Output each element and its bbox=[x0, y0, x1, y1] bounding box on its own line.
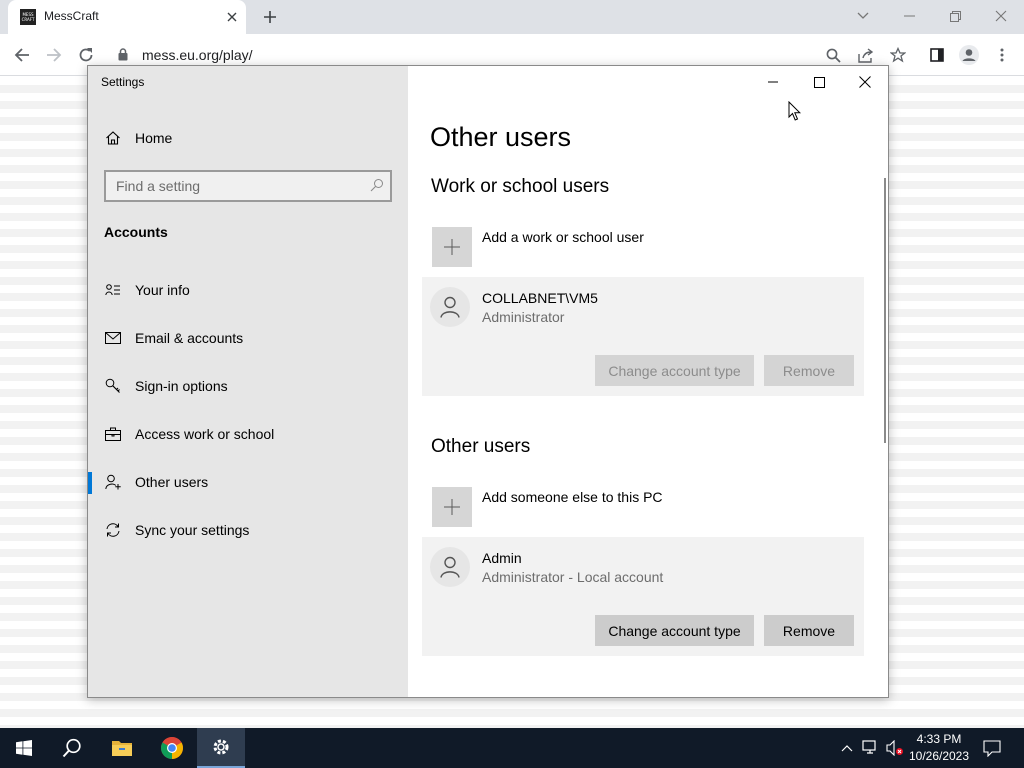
tab-search-icon[interactable] bbox=[840, 0, 886, 32]
volume-muted-icon[interactable] bbox=[885, 738, 905, 758]
nav-your-info[interactable]: Your info bbox=[88, 270, 408, 310]
plus-icon bbox=[432, 227, 472, 267]
change-account-type-button[interactable]: Change account type bbox=[595, 355, 754, 386]
nav-label: Your info bbox=[135, 282, 190, 298]
taskbar-clock[interactable]: 4:33 PM 10/26/2023 bbox=[903, 731, 975, 765]
chrome-icon[interactable] bbox=[148, 728, 196, 768]
add-other-user-button[interactable]: Add someone else to this PC bbox=[432, 487, 862, 527]
nav-label: Sign-in options bbox=[135, 378, 228, 394]
mouse-cursor-icon bbox=[788, 100, 802, 127]
tab-close-icon[interactable] bbox=[222, 7, 242, 27]
other-users-heading: Other users bbox=[431, 436, 531, 457]
remove-button[interactable]: Remove bbox=[764, 615, 854, 646]
section-heading: Accounts bbox=[104, 224, 168, 240]
tab-title: MessCraft bbox=[44, 9, 99, 23]
work-users-heading: Work or school users bbox=[431, 176, 610, 197]
other-user-card[interactable]: Admin Administrator - Local account Chan… bbox=[422, 537, 864, 656]
browser-close-icon[interactable] bbox=[978, 0, 1024, 32]
settings-content: Other users Work or school users Add a w… bbox=[408, 66, 888, 697]
menu-icon[interactable] bbox=[991, 44, 1013, 66]
change-account-type-button[interactable]: Change account type bbox=[595, 615, 754, 646]
selected-indicator bbox=[88, 472, 92, 494]
nav-other-users[interactable]: Other users bbox=[88, 462, 408, 502]
nav-sync-settings[interactable]: Sync your settings bbox=[88, 510, 408, 550]
nav-home[interactable]: Home bbox=[88, 118, 408, 158]
nav-label: Access work or school bbox=[135, 426, 275, 442]
nav-email-accounts[interactable]: Email & accounts bbox=[88, 318, 408, 358]
chevron-up-icon[interactable] bbox=[837, 738, 857, 758]
clock-time: 4:33 PM bbox=[916, 732, 962, 746]
mail-icon bbox=[104, 329, 122, 347]
start-windows-icon[interactable] bbox=[0, 728, 48, 768]
close-icon[interactable] bbox=[842, 66, 888, 98]
add-other-user-label: Add someone else to this PC bbox=[482, 489, 663, 505]
page-title: Other users bbox=[430, 122, 572, 152]
minimize-icon[interactable] bbox=[750, 66, 796, 98]
add-work-user-button[interactable]: Add a work or school user bbox=[432, 227, 862, 267]
briefcase-icon bbox=[104, 425, 122, 443]
lock-icon[interactable] bbox=[118, 48, 128, 66]
sidepanel-icon[interactable] bbox=[926, 44, 948, 66]
clock-date: 10/26/2023 bbox=[908, 749, 970, 763]
scrollbar[interactable] bbox=[884, 178, 886, 443]
plus-icon bbox=[432, 487, 472, 527]
favicon-icon: MESS CRAFT bbox=[20, 9, 36, 25]
back-icon[interactable] bbox=[8, 41, 36, 69]
taskbar: 4:33 PM 10/26/2023 bbox=[0, 728, 1024, 768]
nav-sign-in-options[interactable]: Sign-in options bbox=[88, 366, 408, 406]
nav-label: Other users bbox=[135, 474, 209, 490]
window-title: Settings bbox=[101, 75, 145, 89]
add-work-user-label: Add a work or school user bbox=[482, 229, 644, 245]
network-icon[interactable] bbox=[861, 738, 881, 758]
search-icon[interactable] bbox=[370, 178, 384, 197]
share-icon[interactable] bbox=[855, 44, 877, 66]
person-card-icon bbox=[104, 281, 122, 299]
remove-button[interactable]: Remove bbox=[764, 355, 854, 386]
user-role: Administrator bbox=[482, 309, 565, 325]
user-name: Admin bbox=[482, 550, 522, 566]
settings-gear-icon[interactable] bbox=[197, 728, 245, 768]
notification-icon[interactable] bbox=[982, 738, 1002, 758]
user-avatar-icon bbox=[430, 547, 470, 587]
browser-tab[interactable]: MESS CRAFT MessCraft bbox=[8, 0, 246, 34]
user-role: Administrator - Local account bbox=[482, 569, 664, 585]
user-avatar-icon bbox=[430, 287, 470, 327]
user-name: COLLABNET\VM5 bbox=[482, 290, 598, 306]
browser-minimize-icon[interactable] bbox=[886, 0, 932, 32]
nav-access-work-school[interactable]: Access work or school bbox=[88, 414, 408, 454]
search-icon[interactable] bbox=[48, 728, 96, 768]
search-input[interactable]: Find a setting bbox=[104, 170, 392, 202]
profile-icon[interactable] bbox=[958, 44, 980, 66]
forward-icon[interactable] bbox=[40, 41, 68, 69]
search-placeholder: Find a setting bbox=[116, 178, 201, 194]
browser-restore-icon[interactable] bbox=[932, 0, 978, 32]
home-label: Home bbox=[135, 130, 173, 146]
search-icon[interactable] bbox=[822, 44, 844, 66]
key-icon bbox=[104, 377, 122, 395]
add-person-icon bbox=[104, 473, 122, 491]
home-icon bbox=[104, 129, 122, 147]
new-tab-icon[interactable] bbox=[258, 6, 282, 28]
file-explorer-icon[interactable] bbox=[98, 728, 146, 768]
settings-window: Settings Home Find a setting Accounts Yo… bbox=[87, 65, 889, 698]
maximize-icon[interactable] bbox=[796, 66, 842, 98]
sync-icon bbox=[104, 521, 122, 539]
star-icon[interactable] bbox=[887, 44, 909, 66]
address-bar[interactable]: mess.eu.org/play/ bbox=[142, 47, 253, 63]
settings-sidebar: Settings Home Find a setting Accounts Yo… bbox=[88, 66, 408, 697]
nav-label: Sync your settings bbox=[135, 522, 250, 538]
work-user-card[interactable]: COLLABNET\VM5 Administrator Change accou… bbox=[422, 277, 864, 396]
browser-tabstrip: MESS CRAFT MessCraft bbox=[0, 0, 1024, 34]
nav-label: Email & accounts bbox=[135, 330, 244, 346]
